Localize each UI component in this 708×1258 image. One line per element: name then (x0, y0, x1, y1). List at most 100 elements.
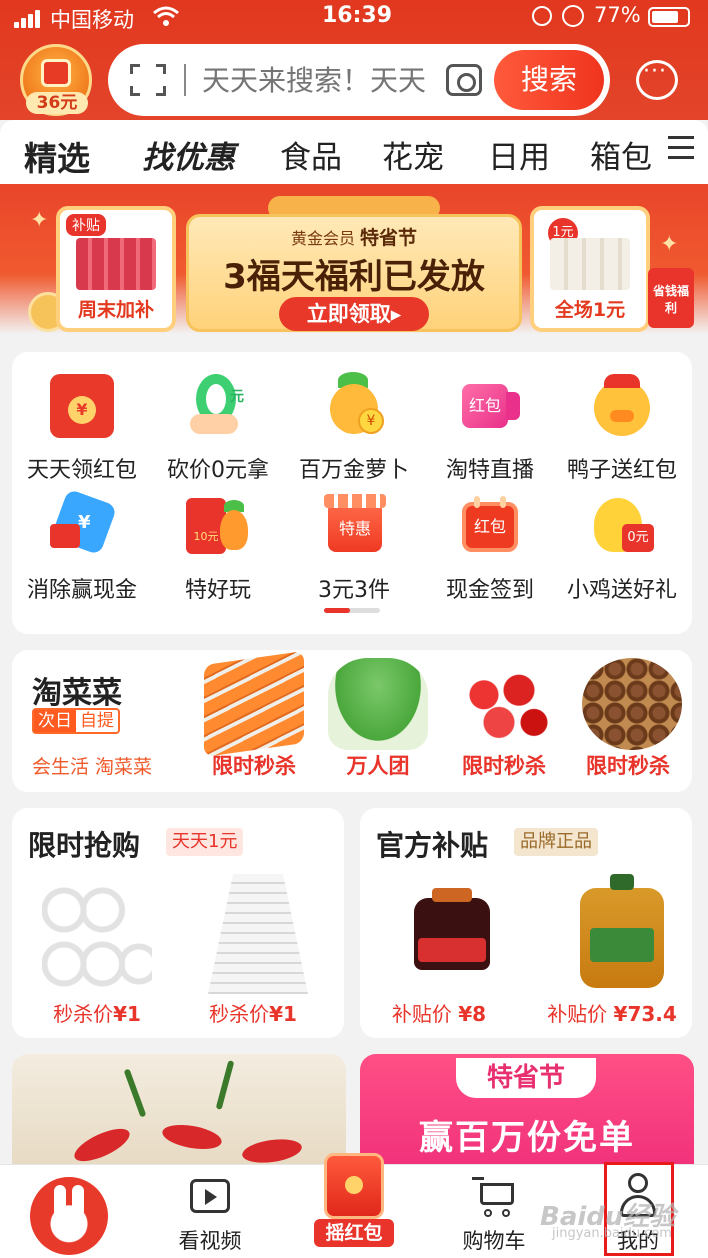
tab-deals[interactable]: 找优惠 (142, 132, 235, 177)
banner-right-caption: 全场1元 (554, 299, 626, 321)
entry-daily-red-packet[interactable]: 天天领红包 (12, 374, 152, 484)
entry-gold-carrot[interactable]: ¥ 百万金萝卜 (284, 372, 424, 484)
saving-welfare-flag[interactable]: 省钱福利 (648, 268, 694, 328)
fun-game-icon: 10元 (186, 494, 250, 558)
vip-label: 黄金会员 (290, 229, 355, 248)
home-rabbit-icon[interactable] (30, 1177, 108, 1255)
category-tabs: 精选 找优惠 食品 花宠 日用 箱包 (0, 120, 708, 184)
entry-label: 天天领红包 (26, 458, 137, 483)
entry-duck-red-packet[interactable]: 鸭子送红包 (552, 374, 692, 484)
tab-food[interactable]: 食品 (280, 132, 342, 177)
price-value: ¥1 (269, 1002, 297, 1026)
scan-icon[interactable] (130, 64, 166, 96)
quick-entry-grid: 天天领红包 元 砍价0元拿 ¥ 百万金萝卜 红包 淘特直播 鸭子送红包 ¥ 消除… (12, 352, 692, 634)
veg-caption[interactable]: 限时秒杀 (568, 750, 688, 780)
search-button[interactable]: 搜索 (494, 50, 604, 110)
entry-cash-checkin[interactable]: 红包 现金签到 (420, 494, 560, 604)
battery-percent: 77% (594, 3, 641, 27)
festival-promo-headline: 赢百万份免单 (419, 1118, 635, 1158)
tab-bags[interactable]: 箱包 (590, 132, 652, 177)
tissue-pack-image (550, 238, 630, 290)
subsidy-card[interactable]: 官方补贴 品牌正品 补贴价 ¥8 补贴价 ¥73.4 (360, 808, 692, 1038)
tab-watch-video[interactable]: 看视频 (160, 1165, 260, 1258)
clock: 16:39 (322, 3, 393, 28)
chestnuts-image[interactable] (582, 658, 682, 750)
price-value: ¥1 (113, 1002, 141, 1026)
pepper-image (240, 1135, 304, 1167)
price-label: 补贴价 (391, 1002, 452, 1026)
tab-label: 摇红包 (314, 1219, 394, 1247)
banner-right-card[interactable]: 1元 全场1元 (530, 206, 650, 332)
star-cash-icon: ¥ (50, 488, 118, 558)
battery-icon (648, 7, 690, 27)
taocaicai-card[interactable]: 淘菜菜 次日 自提 会生活 淘菜菜 限时秒杀 万人团 限时秒杀 限时秒杀 (12, 650, 692, 792)
alarm-icon (562, 5, 584, 27)
menu-icon[interactable] (668, 136, 694, 160)
festival-promo[interactable]: 特省节 赢百万份免单 (360, 1054, 694, 1174)
pepper-stem (215, 1060, 235, 1110)
bargain-zero-icon: 元 (186, 374, 250, 438)
entry-three-for-three[interactable]: 特惠 3元3件 (284, 494, 424, 604)
sale-shop-icon: 特惠 (322, 494, 386, 558)
tab-cart[interactable]: 购物车 (444, 1165, 544, 1258)
message-icon[interactable] (636, 59, 678, 100)
entry-live-stream[interactable]: 红包 淘特直播 (420, 374, 560, 484)
veg-caption[interactable]: 万人团 (318, 750, 438, 780)
status-bar: 中国移动 16:39 77% (0, 0, 708, 36)
badge-next-day: 次日 (34, 710, 76, 732)
tab-featured[interactable]: 精选 (24, 132, 90, 180)
veg-caption[interactable]: 限时秒杀 (444, 750, 564, 780)
live-stream-icon: 红包 (458, 374, 522, 438)
toilet-paper-image[interactable] (42, 874, 152, 994)
promo-banner[interactable]: ✦ ✦ 补贴 周末加补 黄金会员 特省节 3福天福利已发放 立即领取▸ 1元 全… (0, 184, 708, 334)
carrots-image[interactable] (204, 650, 304, 758)
gold-carrot-icon: ¥ (322, 372, 386, 438)
trash-bags-image[interactable] (208, 874, 308, 994)
entry-label: 消除赢现金 (26, 578, 137, 603)
cooking-oil-image[interactable] (580, 874, 664, 988)
banner-main[interactable]: 黄金会员 特省节 3福天福利已发放 立即领取▸ (186, 214, 522, 332)
rabbit-ear (54, 1185, 66, 1217)
entry-fun[interactable]: 10元 特好玩 (148, 494, 288, 604)
shake-red-packet-icon (324, 1153, 384, 1219)
product-price[interactable]: 补贴价 ¥8 (364, 998, 514, 1027)
header: 中国移动 16:39 77% 36元 搜索 (0, 0, 708, 120)
tab-shake-red-packet[interactable]: 摇红包 (314, 1153, 394, 1257)
product-price[interactable]: 秒杀价¥1 (178, 998, 328, 1027)
flash-sale-title: 限时抢购 (28, 829, 141, 862)
next-day-pickup-badge: 次日 自提 (32, 708, 120, 734)
entry-bargain[interactable]: 元 砍价0元拿 (148, 374, 288, 484)
search-input[interactable] (202, 60, 438, 100)
entry-label: 特好玩 (184, 578, 251, 603)
banner-left-tag: 补贴 (66, 214, 106, 236)
product-price[interactable]: 补贴价 ¥73.4 (532, 998, 692, 1027)
tab-pets[interactable]: 花宠 (382, 132, 444, 177)
produce-promo[interactable] (12, 1054, 346, 1174)
tab-label: 购物车 (462, 1229, 526, 1253)
festival-label: 特省节 (360, 227, 418, 249)
greens-image[interactable] (328, 658, 428, 750)
sauce-jar-image[interactable] (414, 888, 490, 970)
coupon-amount[interactable]: 36元 (26, 92, 88, 114)
camera-icon[interactable] (446, 64, 482, 96)
tab-daily[interactable]: 日用 (488, 132, 550, 177)
flash-sale-card[interactable]: 限时抢购 天天1元 秒杀价¥1 秒杀价¥1 (12, 808, 344, 1038)
pepper-stem (123, 1068, 147, 1118)
sparkle-icon: ✦ (30, 208, 49, 233)
wifi-icon (153, 6, 179, 26)
tomatoes-image[interactable] (454, 658, 554, 750)
product-price[interactable]: 秒杀价¥1 (22, 998, 172, 1027)
veg-caption[interactable]: 限时秒杀 (194, 750, 314, 780)
entry-match-cash[interactable]: ¥ 消除赢现金 (12, 488, 152, 604)
search-bar[interactable]: 搜索 (108, 44, 610, 116)
duck-icon (590, 374, 654, 438)
entry-label: 淘特直播 (445, 458, 534, 483)
taocaicai-title: 淘菜菜 (32, 676, 122, 711)
entry-label: 3元3件 (318, 578, 390, 603)
banner-left-card[interactable]: 补贴 周末加补 (56, 206, 176, 332)
subsidy-title: 官方补贴 (376, 829, 489, 862)
claim-button[interactable]: 立即领取▸ (279, 297, 429, 331)
entry-chick-gift[interactable]: 0元 小鸡送好礼 (552, 494, 692, 604)
price-value: ¥8 (458, 1002, 487, 1026)
carrier-name: 中国移动 (50, 8, 134, 32)
